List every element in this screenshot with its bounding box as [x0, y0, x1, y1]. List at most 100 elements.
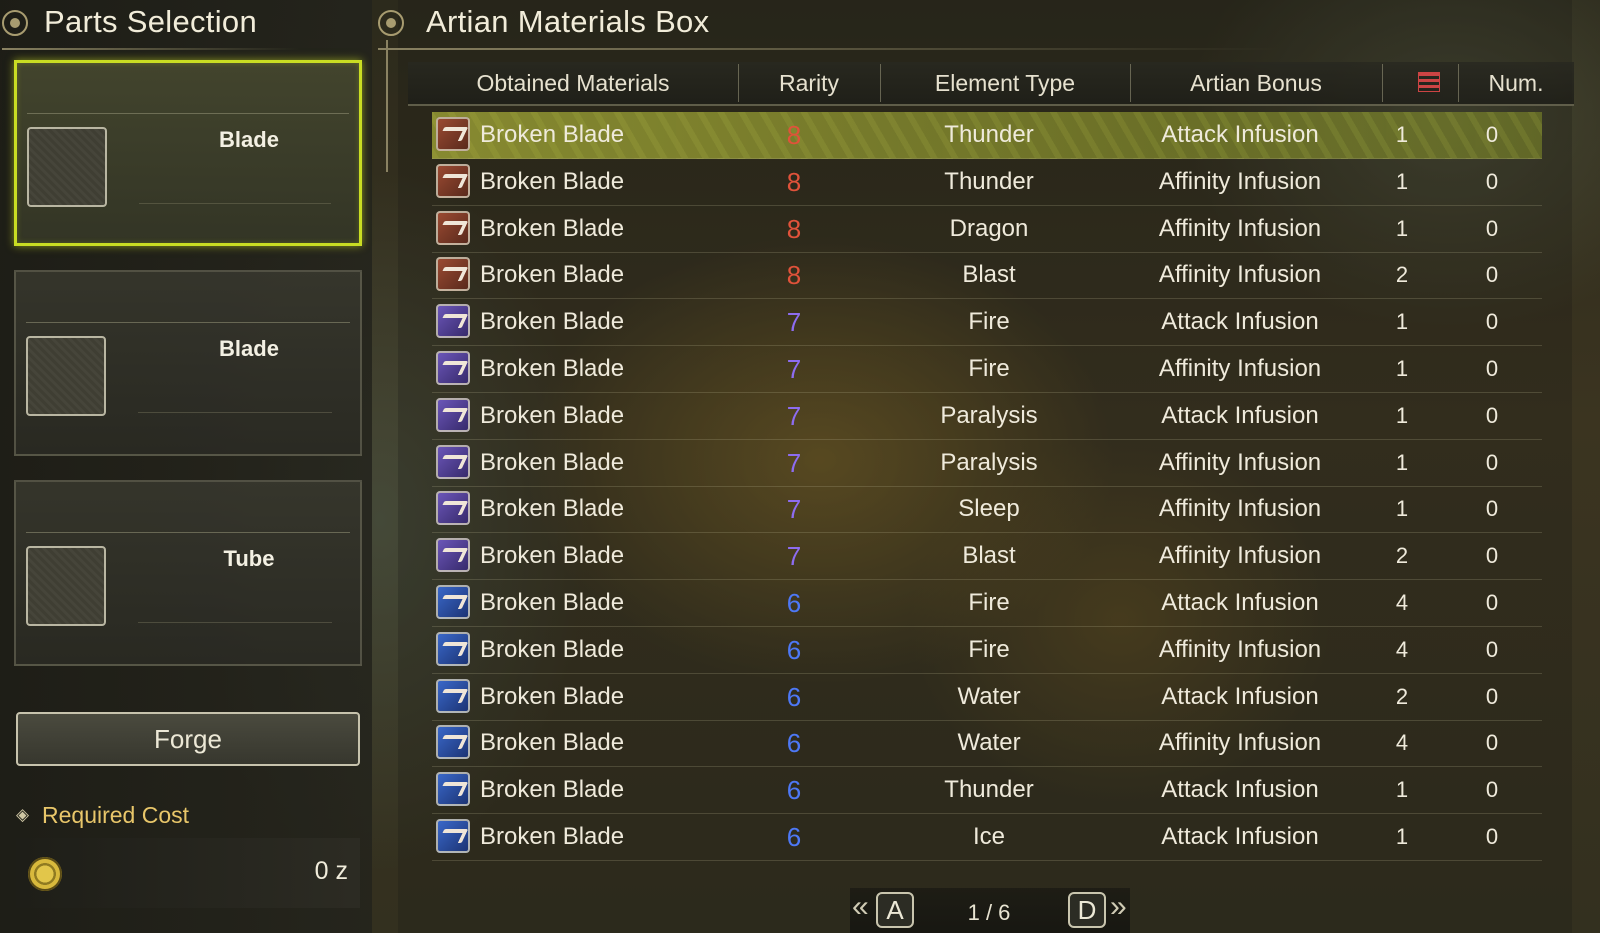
selected-num: 0: [1485, 824, 1499, 849]
table-row[interactable]: Broken Blade 6 Fire Attack Infusion 4 0: [432, 580, 1542, 627]
part-label: Blade: [219, 336, 279, 361]
broken-blade-icon: [436, 819, 470, 853]
material-name: Broken Blade: [480, 167, 625, 195]
table-row[interactable]: Broken Blade 6 Water Affinity Infusion 4 0: [432, 720, 1542, 768]
next-page-key[interactable]: D: [1068, 892, 1106, 928]
artian-bonus: Attack Infusion: [1161, 308, 1319, 336]
cost-value: 0 z: [314, 857, 348, 885]
material-name: Broken Blade: [480, 495, 625, 523]
broken-blade-icon: [436, 117, 470, 151]
element-type: Fire: [968, 589, 1010, 616]
table-row[interactable]: Broken Blade 8 Thunder Attack Infusion 1 0: [432, 112, 1542, 159]
owned-count: 1: [1395, 402, 1409, 428]
rarity-value: 6: [786, 728, 802, 759]
selected-num: 0: [1485, 730, 1499, 756]
table-row[interactable]: Broken Blade 7 Sleep Affinity Infusion 1 0: [432, 486, 1542, 534]
selected-num: 0: [1485, 496, 1499, 522]
table-row[interactable]: Broken Blade 8 Blast Affinity Infusion 2 0: [432, 252, 1542, 300]
broken-blade-icon: [436, 631, 470, 666]
element-type: Blast: [962, 542, 1016, 570]
part-label: Tube: [223, 546, 275, 571]
table-row[interactable]: Broken Blade 6 Water Attack Infusion 2 0: [432, 674, 1542, 721]
selected-num: 0: [1485, 309, 1499, 335]
material-name: Broken Blade: [480, 776, 625, 804]
material-name: Broken Blade: [480, 542, 625, 570]
chevron-left-icon: «: [852, 890, 869, 923]
column-header-num[interactable]: Num.: [1458, 62, 1574, 104]
rarity-value: 6: [786, 634, 802, 665]
table-row[interactable]: Broken Blade 8 Thunder Affinity Infusion 1 0: [432, 159, 1542, 206]
materials-count-icon[interactable]: [1418, 72, 1440, 92]
material-name: Broken Blade: [480, 121, 625, 148]
part-card-2[interactable]: Blade: [14, 270, 362, 456]
broken-blade-icon: [436, 678, 470, 713]
forge-button[interactable]: Forge: [16, 712, 360, 766]
owned-count: 4: [1395, 590, 1409, 615]
panel-edge: [386, 40, 388, 172]
artian-bonus: Affinity Infusion: [1158, 448, 1322, 476]
column-header-rarity[interactable]: Rarity: [738, 62, 880, 104]
rarity-value: 6: [786, 775, 802, 806]
artian-bonus: Affinity Infusion: [1158, 355, 1322, 382]
part-card-1[interactable]: Blade: [14, 60, 362, 246]
card-subline: [138, 622, 332, 623]
material-name: Broken Blade: [480, 729, 625, 757]
title-divider: [378, 48, 1278, 50]
selected-num: 0: [1485, 262, 1499, 288]
table-row[interactable]: Broken Blade 7 Fire Affinity Infusion 1 0: [432, 346, 1542, 393]
table-row[interactable]: Broken Blade 6 Thunder Attack Infusion 1 0: [432, 767, 1542, 815]
prev-page-key[interactable]: A: [876, 892, 914, 928]
material-name: Broken Blade: [480, 261, 625, 289]
table-row[interactable]: Broken Blade 6 Fire Affinity Infusion 4 0: [432, 627, 1542, 674]
broken-blade-icon: [436, 210, 470, 245]
material-name: Broken Blade: [480, 589, 625, 616]
element-type: Thunder: [944, 776, 1034, 804]
artian-bonus: Attack Infusion: [1161, 589, 1319, 616]
card-divider: [26, 322, 350, 323]
part-slot: [27, 127, 107, 207]
table-row[interactable]: Broken Blade 7 Blast Affinity Infusion 2 0: [432, 533, 1542, 581]
element-type: Ice: [972, 823, 1005, 850]
broken-blade-icon: [436, 163, 470, 198]
rarity-value: 7: [786, 494, 802, 525]
title-divider: [2, 48, 300, 50]
card-subline: [138, 412, 332, 413]
column-header-artian-bonus[interactable]: Artian Bonus: [1130, 62, 1382, 104]
table-row[interactable]: Broken Blade 8 Dragon Affinity Infusion 1 0: [432, 206, 1542, 253]
owned-count: 1: [1395, 824, 1409, 849]
owned-count: 1: [1395, 777, 1409, 803]
selected-num: 0: [1485, 402, 1499, 428]
table-row[interactable]: Broken Blade 7 Fire Attack Infusion 1 0: [432, 299, 1542, 347]
gear-emblem-icon: [378, 10, 404, 36]
column-header-element-type[interactable]: Element Type: [880, 62, 1130, 104]
element-type: Thunder: [944, 121, 1034, 148]
column-header-obtained-materials[interactable]: Obtained Materials: [408, 62, 738, 104]
owned-count: 1: [1395, 122, 1409, 147]
broken-blade-icon: [436, 725, 470, 760]
artian-bonus: Attack Infusion: [1161, 682, 1319, 710]
rarity-value: 8: [786, 213, 802, 244]
broken-blade-icon: [436, 304, 470, 339]
material-name: Broken Blade: [480, 355, 625, 382]
card-subline: [139, 203, 331, 204]
part-card-3[interactable]: Tube: [14, 480, 362, 666]
table-row[interactable]: Broken Blade 6 Ice Attack Infusion 1 0: [432, 814, 1542, 861]
selected-num: 0: [1485, 683, 1499, 709]
element-type: Water: [957, 682, 1021, 710]
page-indicator: 1 / 6: [967, 900, 1011, 925]
owned-count: 1: [1395, 496, 1409, 522]
gear-emblem-icon: [2, 10, 28, 36]
owned-count: 1: [1395, 215, 1409, 241]
selected-num: 0: [1485, 636, 1499, 662]
artian-bonus: Attack Infusion: [1161, 776, 1319, 804]
selected-num: 0: [1485, 449, 1499, 475]
owned-count: 1: [1395, 356, 1409, 381]
material-name: Broken Blade: [480, 401, 625, 429]
element-type: Water: [957, 729, 1021, 757]
broken-blade-icon: [436, 772, 470, 807]
table-row[interactable]: Broken Blade 7 Paralysis Affinity Infusion 1…: [432, 440, 1542, 487]
element-type: Paralysis: [940, 401, 1038, 429]
selected-num: 0: [1485, 590, 1499, 615]
table-row[interactable]: Broken Blade 7 Paralysis Attack Infusion 1 0: [432, 393, 1542, 440]
owned-count: 1: [1395, 168, 1409, 194]
